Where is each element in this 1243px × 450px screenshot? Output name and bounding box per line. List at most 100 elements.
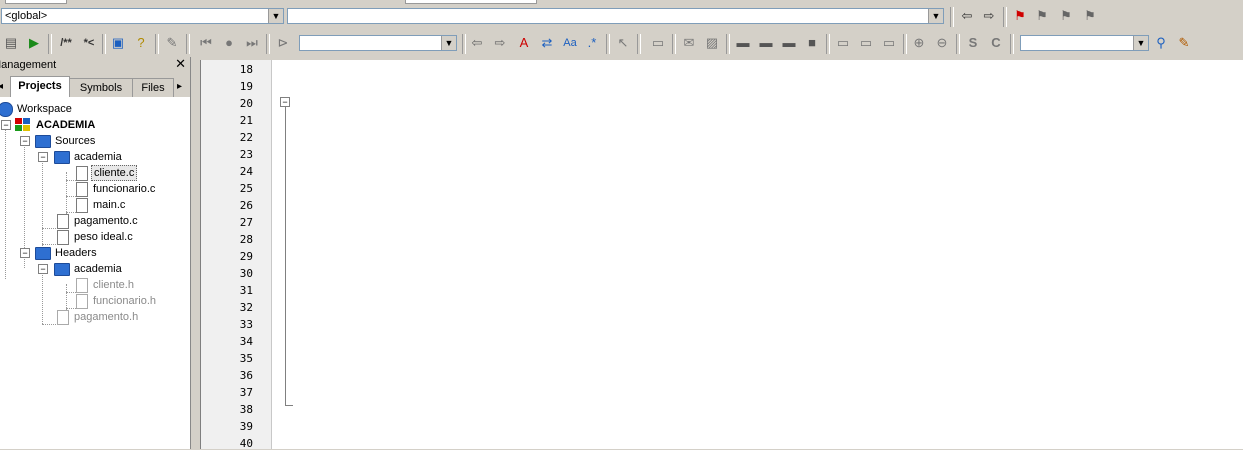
- toolbar-separator: [48, 34, 52, 54]
- wrench-icon[interactable]: ✎: [162, 33, 182, 53]
- search-combo[interactable]: ▼: [299, 35, 457, 51]
- tab-right-arrow-icon[interactable]: ▸: [177, 81, 182, 92]
- s-button[interactable]: S: [963, 33, 983, 53]
- chevron-down-icon[interactable]: ▼: [441, 36, 456, 50]
- collapse-icon[interactable]: −: [20, 136, 30, 146]
- replace-icon[interactable]: ⇄: [537, 33, 557, 53]
- chevron-down-icon[interactable]: ▼: [928, 9, 943, 23]
- forward-arrow-icon[interactable]: ⇨: [979, 6, 999, 26]
- tree-workspace[interactable]: Workspace: [0, 101, 120, 117]
- tree-file-cliente-c[interactable]: cliente.c: [0, 165, 140, 181]
- run-icon[interactable]: ▶: [24, 33, 44, 53]
- bookmark-red-icon[interactable]: ⚑: [1010, 6, 1030, 26]
- tree-file-pagamento-h[interactable]: pagamento.h: [0, 309, 160, 325]
- tree-file-cliente-h[interactable]: cliente.h: [0, 277, 140, 293]
- comment-button[interactable]: /**: [54, 33, 78, 53]
- frame2-icon[interactable]: ▭: [856, 33, 876, 53]
- tree-label: funcionario.h: [93, 295, 156, 307]
- splitter[interactable]: [191, 57, 200, 449]
- find-combo[interactable]: ▼: [1020, 35, 1149, 51]
- tree-file-main-c[interactable]: main.c: [0, 197, 140, 213]
- uncomment-button[interactable]: *<: [79, 33, 99, 53]
- tree-folder-headers[interactable]: − Headers: [0, 245, 140, 261]
- file-icon: [57, 214, 69, 229]
- scope-combo[interactable]: <global> ▼: [1, 8, 284, 24]
- tree-label: cliente.h: [93, 279, 134, 291]
- layout2-icon[interactable]: ▬: [756, 33, 776, 53]
- forward-arrow-icon[interactable]: ⇨: [490, 33, 510, 53]
- select-icon[interactable]: ↖: [613, 33, 633, 53]
- toolbar-separator: [950, 7, 954, 27]
- toolbar-separator: [672, 34, 676, 54]
- tree-label: funcionario.c: [93, 183, 156, 195]
- back-arrow-icon[interactable]: ⇦: [467, 33, 487, 53]
- collapse-icon[interactable]: −: [20, 248, 30, 258]
- layout3-icon[interactable]: ▬: [779, 33, 799, 53]
- layout4-icon[interactable]: ■: [802, 33, 822, 53]
- bookmark-clear-icon[interactable]: ⚑: [1080, 6, 1100, 26]
- tab-files[interactable]: Files: [132, 78, 174, 97]
- edit-doc-icon[interactable]: ▨: [702, 33, 722, 53]
- tree-folder-sources[interactable]: − Sources: [0, 133, 140, 149]
- tree-file-funcionario-h[interactable]: funcionario.h: [0, 293, 160, 309]
- bookmark-prev-icon[interactable]: ⚑: [1032, 6, 1052, 26]
- toolbar-separator: [637, 34, 641, 54]
- frame3-icon[interactable]: ▭: [879, 33, 899, 53]
- project-icon: [15, 118, 31, 132]
- chevron-down-icon[interactable]: ▼: [1133, 36, 1148, 50]
- bookmark-next-icon[interactable]: ⚑: [1056, 6, 1076, 26]
- zoom-in-icon[interactable]: ⊕: [909, 33, 929, 53]
- tree-file-funcionario-c[interactable]: funcionario.c: [0, 181, 160, 197]
- close-icon[interactable]: ✕: [175, 56, 186, 72]
- tree-file-peso-ideal-c[interactable]: peso ideal.c: [0, 229, 160, 245]
- run-to-cursor-icon[interactable]: ⊳: [273, 33, 293, 53]
- tab-symbols[interactable]: Symbols: [69, 78, 133, 97]
- code-editor[interactable]: − 18 19 20 21 22 23 24 25 26 27 28 29 30…: [200, 60, 1243, 450]
- line-number: 38: [239, 403, 253, 416]
- help-icon[interactable]: ?: [131, 33, 151, 53]
- line-number: 27: [239, 216, 253, 229]
- breakpoint-icon[interactable]: ●: [219, 33, 239, 53]
- toolbar-separator: [956, 34, 960, 54]
- line-number: 31: [239, 284, 253, 297]
- frame1-icon[interactable]: ▭: [833, 33, 853, 53]
- toolbar-separator: [1010, 34, 1014, 54]
- tree-folder-academia-src[interactable]: − academia: [0, 149, 140, 165]
- regex-icon[interactable]: .*: [582, 33, 602, 53]
- collapse-icon[interactable]: −: [38, 152, 48, 162]
- tree-folder-academia-hdr[interactable]: − academia: [0, 261, 140, 277]
- step-forward-icon[interactable]: ⏭: [242, 33, 262, 53]
- back-arrow-icon[interactable]: ⇦: [957, 6, 977, 26]
- tree-project-academia[interactable]: − ACADEMIA: [0, 117, 140, 133]
- layout1-icon[interactable]: ▬: [733, 33, 753, 53]
- tab-left-arrow-icon[interactable]: ◂: [0, 81, 3, 92]
- toolbar-row-2: ▤ ▶ /** *< ▣ ? ✎ ⏮ ● ⏭ ⊳ ▼ ⇦ ⇨ A ⇄ Aa .*…: [0, 30, 1243, 57]
- c-button[interactable]: C: [986, 33, 1006, 53]
- line-number: 22: [239, 131, 253, 144]
- collapse-icon[interactable]: −: [38, 264, 48, 274]
- step-back-icon[interactable]: ⏮: [196, 33, 216, 53]
- match-case-icon[interactable]: Aa: [560, 33, 580, 53]
- line-number: 20: [239, 97, 253, 110]
- tree-label: Sources: [55, 135, 96, 147]
- panel-header: Management ✕: [0, 56, 190, 73]
- tab-projects[interactable]: Projects: [10, 76, 70, 98]
- fold-collapse-icon[interactable]: −: [280, 97, 290, 107]
- line-number: 28: [239, 233, 253, 246]
- build-icon[interactable]: ▤: [1, 33, 21, 53]
- tools-icon[interactable]: ✎: [1174, 33, 1194, 53]
- function-combo[interactable]: ▼: [287, 8, 944, 24]
- fold-margin: [272, 60, 292, 449]
- collapse-icon[interactable]: −: [1, 120, 11, 130]
- rect-icon[interactable]: ▭: [648, 33, 668, 53]
- window-icon[interactable]: ▣: [108, 33, 128, 53]
- highlight-icon[interactable]: A: [514, 33, 534, 53]
- tree-label: ACADEMIA: [36, 119, 96, 131]
- find-icon[interactable]: ⚲: [1151, 33, 1171, 53]
- tree-label: academia: [74, 151, 122, 163]
- zoom-out-icon[interactable]: ⊖: [932, 33, 952, 53]
- file-icon: [76, 198, 88, 213]
- tree-file-pagamento-c[interactable]: pagamento.c: [0, 213, 160, 229]
- chevron-down-icon[interactable]: ▼: [268, 9, 283, 23]
- mail-icon[interactable]: ✉: [679, 33, 699, 53]
